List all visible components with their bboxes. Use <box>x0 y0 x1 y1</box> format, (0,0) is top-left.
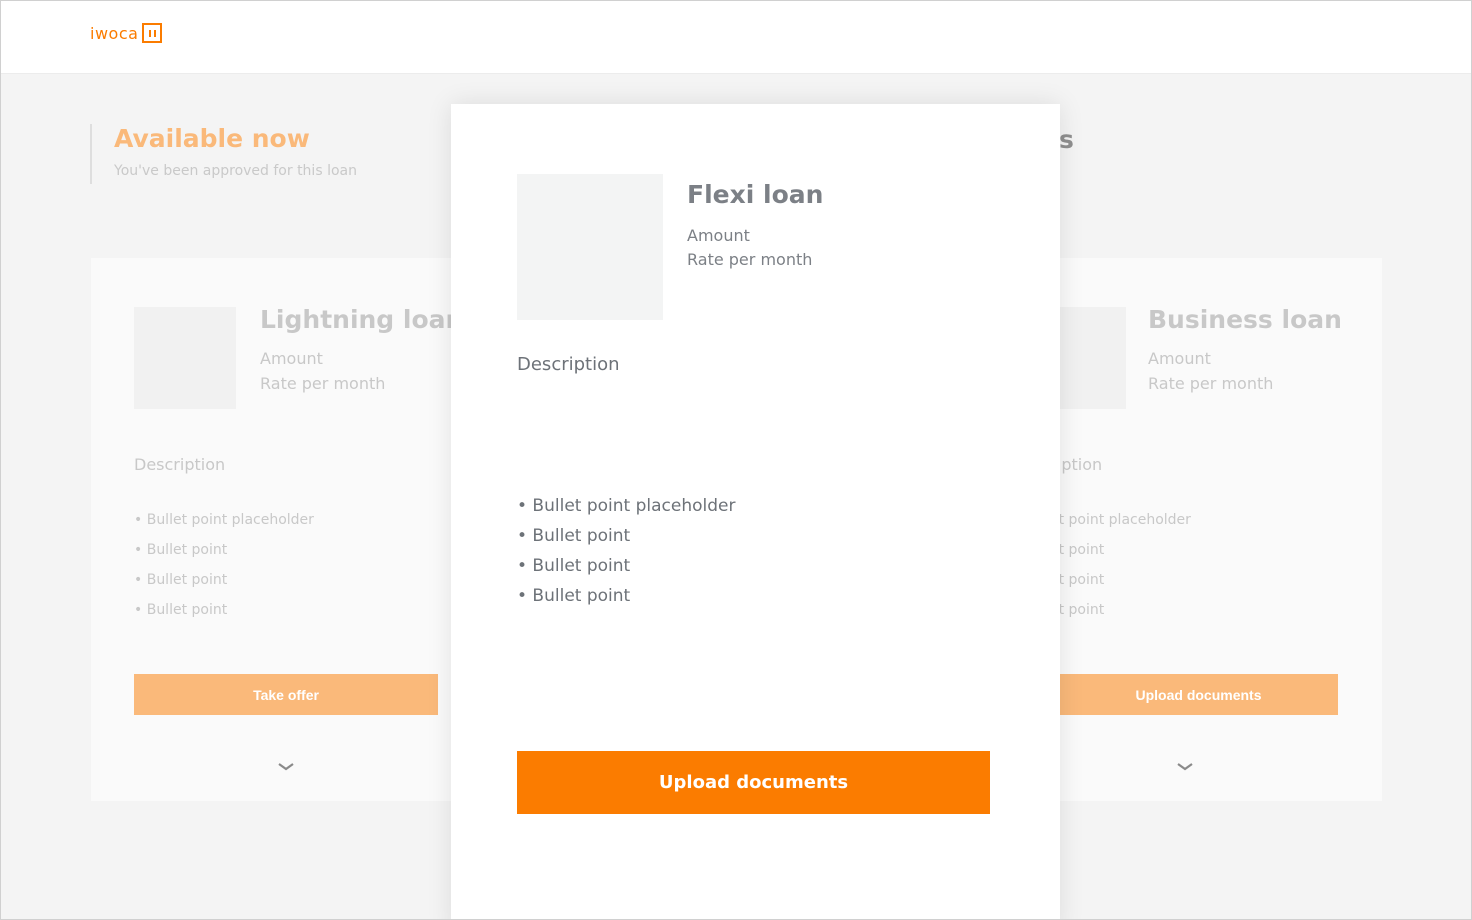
bullet-item: • Bullet point placeholder <box>134 512 314 528</box>
section-subtitle: You've been approved for this loan <box>114 163 357 179</box>
iwoca-logo[interactable]: iwoca <box>90 23 163 43</box>
loan-image-placeholder <box>517 174 663 320</box>
bullet-item: • Bullet point <box>1059 602 1105 618</box>
bullet-item: • Bullet point <box>517 586 631 606</box>
chevron-down-icon[interactable] <box>277 761 295 773</box>
loan-card-business-clip: Business loan Amount Rate per month Desc… <box>1059 258 1389 801</box>
bullet-item: • Bullet point placeholder <box>517 496 736 516</box>
description-label: Description <box>1059 455 1103 474</box>
loan-name: Business loan <box>1148 305 1342 334</box>
bullet-item: • Bullet point <box>517 556 631 576</box>
amount-label: Amount <box>687 226 750 245</box>
description-label: Description <box>517 354 620 375</box>
loan-name: Flexi loan <box>687 180 824 209</box>
rate-label: Rate per month <box>1148 374 1274 393</box>
loan-image-placeholder <box>1059 307 1126 409</box>
bullet-item: • Bullet point <box>134 572 228 588</box>
loan-detail-card-flexi: Flexi loan Amount Rate per month Descrip… <box>451 104 1060 919</box>
iwoca-logo-icon <box>142 23 163 43</box>
section-title: Available now <box>114 124 310 153</box>
logo-text: iwoca <box>90 23 139 43</box>
description-label: Description <box>134 455 226 474</box>
loan-image-placeholder <box>134 307 236 409</box>
take-offer-button[interactable]: Take offer <box>134 674 438 715</box>
bullet-item: • Bullet point <box>517 526 631 546</box>
app-window: iwoca Available now You've been approved… <box>0 0 1472 920</box>
amount-label: Amount <box>260 349 323 368</box>
upload-documents-button[interactable]: Upload documents <box>517 751 990 814</box>
section-heading-available: Available now You've been approved for t… <box>90 124 357 184</box>
chevron-down-icon[interactable] <box>1176 761 1194 773</box>
upload-documents-button[interactable]: Upload documents <box>1059 674 1338 715</box>
rate-label: Rate per month <box>687 250 813 269</box>
rate-label: Rate per month <box>260 374 386 393</box>
bullet-list: • Bullet point placeholder • Bullet poin… <box>134 512 314 632</box>
bullet-list: • Bullet point placeholder • Bullet poin… <box>517 496 735 616</box>
loan-name: Lightning loan <box>260 305 464 334</box>
bullet-list: • Bullet point placeholder • Bullet poin… <box>1059 512 1191 632</box>
section-title-right-fragment: s <box>1059 125 1074 154</box>
bullet-item: • Bullet point <box>134 602 228 618</box>
loan-card-business: Business loan Amount Rate per month Desc… <box>1059 258 1382 801</box>
bullet-item: • Bullet point <box>1059 572 1105 588</box>
top-header: iwoca <box>1 1 1471 74</box>
bullet-item: • Bullet point <box>1059 542 1105 558</box>
loan-card-lightning: Lightning loan Amount Rate per month Des… <box>91 258 463 801</box>
bullet-item: • Bullet point placeholder <box>1059 512 1191 528</box>
amount-label: Amount <box>1148 349 1211 368</box>
bullet-item: • Bullet point <box>134 542 228 558</box>
